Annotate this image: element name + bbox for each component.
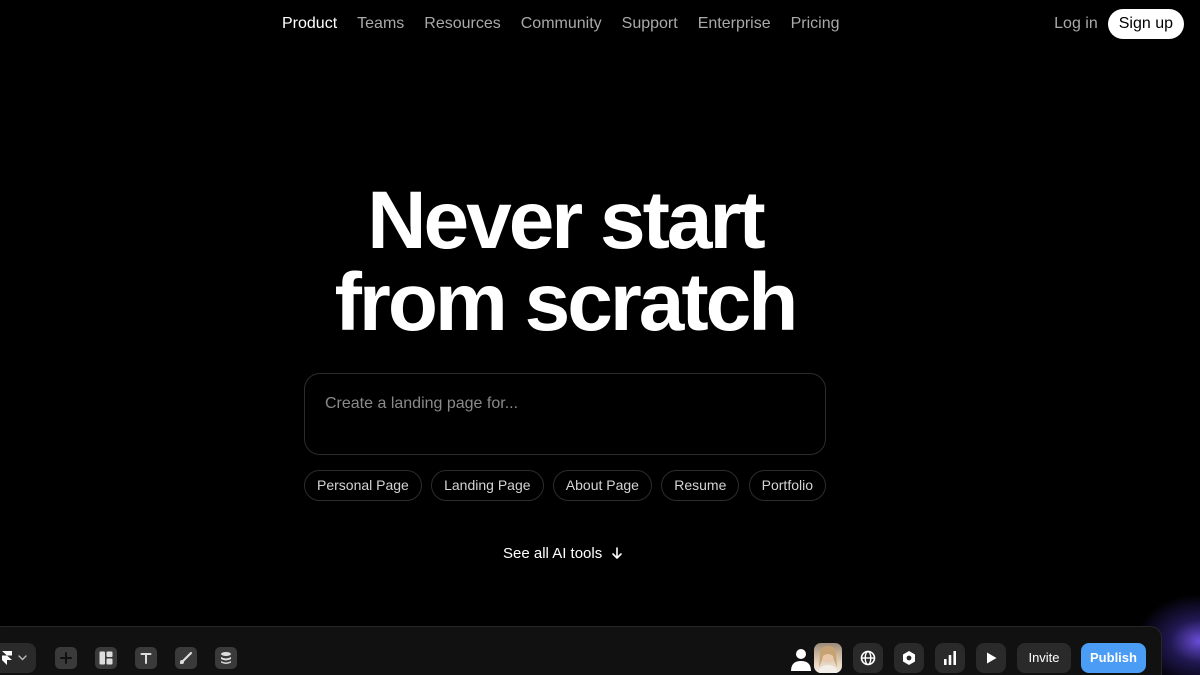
nav-links: Product Teams Resources Community Suppor… [272,14,850,34]
nav-item-product[interactable]: Product [272,14,347,34]
play-icon [987,652,997,664]
chip-landing-page[interactable]: Landing Page [431,470,544,501]
see-all-ai-tools-link[interactable]: See all AI tools [503,543,624,563]
nav-item-support[interactable]: Support [612,14,688,34]
database-icon [221,652,231,664]
signup-button[interactable]: Sign up [1107,9,1184,39]
nav-item-resources[interactable]: Resources [414,14,510,34]
see-all-label: See all AI tools [503,544,603,562]
hero-title-line-1: Never start [367,175,765,266]
avatar[interactable] [814,643,842,673]
login-link[interactable]: Log in [1054,9,1098,39]
globe-icon [860,650,876,666]
preview-button[interactable] [976,643,1006,673]
layout-icon [99,651,113,665]
auth-actions: Log in Sign up [1054,9,1184,39]
nav-item-teams[interactable]: Teams [347,14,414,34]
arrow-down-icon [612,547,623,559]
domain-button[interactable] [853,643,883,673]
text-button[interactable] [135,647,157,669]
vector-pen-icon [179,651,193,665]
invite-button[interactable]: Invite [1017,643,1071,673]
chevron-down-icon [18,655,27,661]
chip-resume[interactable]: Resume [661,470,740,501]
analytics-button[interactable] [935,643,965,673]
nav-item-community[interactable]: Community [511,14,612,34]
app-menu-button[interactable] [0,643,36,673]
analytics-icon [944,651,956,665]
top-nav: Product Teams Resources Community Suppor… [0,0,1200,48]
nav-item-enterprise[interactable]: Enterprise [688,14,781,34]
template-chips: Personal Page Landing Page About Page Re… [304,470,826,502]
avatar-portrait-icon [818,646,838,673]
nav-item-pricing[interactable]: Pricing [781,14,850,34]
hero-title-line-2: from scratch [334,257,799,348]
chip-personal-page[interactable]: Personal Page [304,470,422,501]
cms-button[interactable] [215,647,237,669]
chip-about-page[interactable]: About Page [552,470,652,501]
settings-icon [903,651,915,665]
text-icon [140,653,152,664]
vector-button[interactable] [175,647,197,669]
chip-portfolio[interactable]: Portfolio [748,470,826,501]
prompt-box[interactable] [304,373,826,455]
publish-button[interactable]: Publish [1081,643,1146,673]
layout-button[interactable] [95,647,117,669]
insert-button[interactable] [55,647,77,669]
framer-logo-icon [2,651,12,665]
site-settings-button[interactable] [894,643,924,673]
plus-icon [60,652,72,664]
prompt-input[interactable] [325,392,805,416]
user-icon [791,649,811,671]
hero-title: Never start from scratch [0,180,1130,344]
